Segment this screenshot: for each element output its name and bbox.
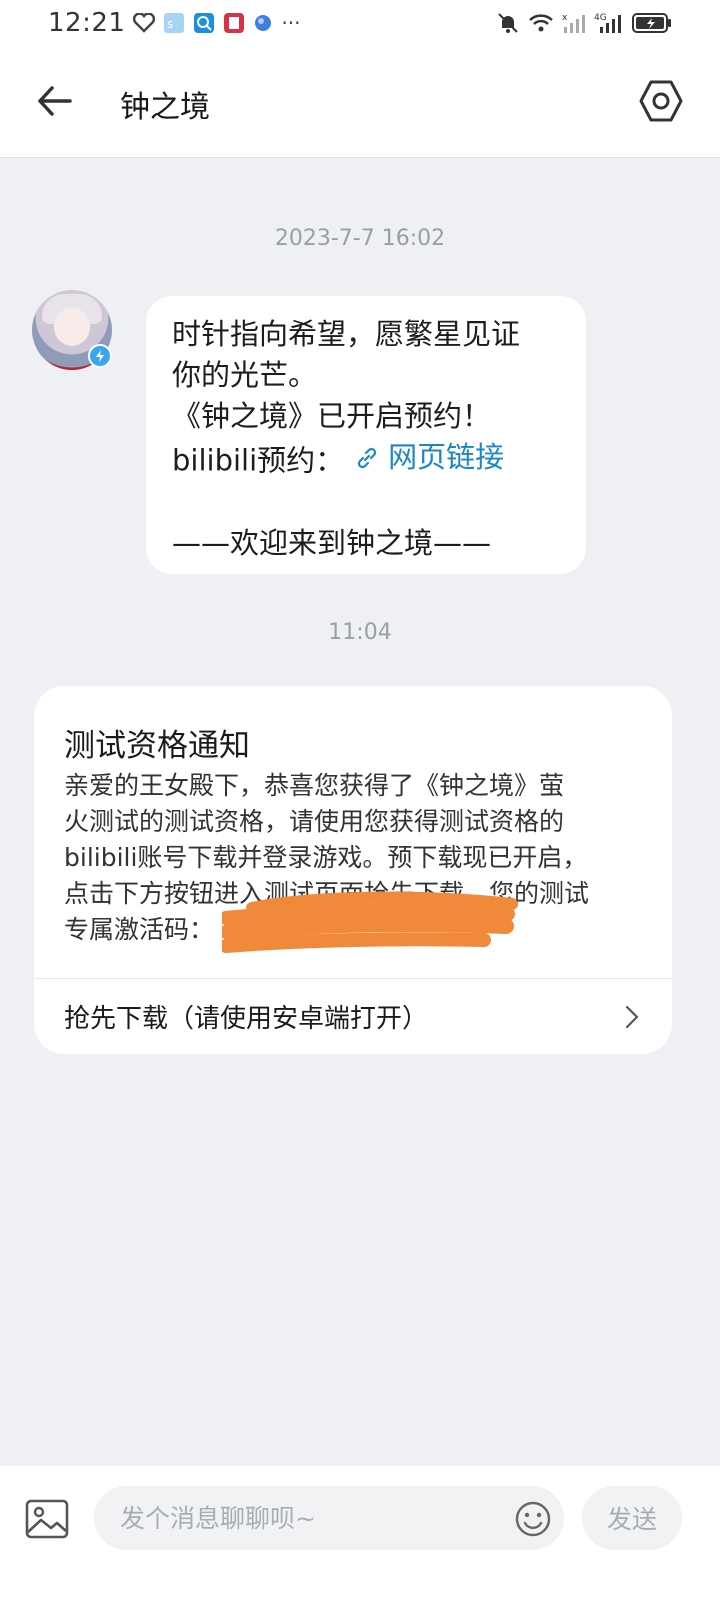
card-body-line: bilibili账号下载并登录游戏。预下载现已开启， (64, 843, 588, 872)
signal-icon: x (562, 12, 586, 34)
wifi-icon (528, 12, 554, 34)
globe-app-icon (253, 13, 273, 33)
message-line: 你的光芒。 (172, 358, 318, 392)
early-download-label: 抢先下载（请使用安卓端打开） (64, 1004, 429, 1034)
settings-button[interactable] (638, 78, 684, 124)
early-download-button[interactable]: 抢先下载（请使用安卓端打开） (34, 979, 672, 1054)
arrow-left-icon (38, 86, 72, 116)
card-body-line: 亲爱的王女殿下，恭喜您获得了《钟之境》萤 (64, 771, 565, 800)
image-button[interactable] (24, 1496, 70, 1542)
card-title: 测试资格通知 (64, 728, 250, 764)
status-left: 12:21 s ··· (48, 8, 301, 38)
chevron-right-icon (625, 1005, 639, 1028)
svg-text:x: x (562, 13, 568, 23)
avatar-face (54, 308, 90, 346)
bilibili-prefix: bilibili预约： (172, 443, 345, 478)
heart-pulse-icon (133, 13, 156, 33)
message-bubble: 时针指向希望，愿繁星见证 你的光芒。 《钟之境》已开启预约！ bilibili预… (146, 296, 586, 574)
redaction-scribble (219, 890, 522, 960)
emoji-button[interactable] (514, 1500, 552, 1538)
image-icon (25, 1499, 69, 1539)
send-button[interactable]: 发送 (582, 1486, 682, 1550)
message-timestamp: 2023-7-7 16:02 (274, 226, 446, 251)
verified-badge-icon (88, 344, 112, 368)
page-title: 钟之境 (120, 90, 210, 125)
more-notifications-icon: ··· (281, 11, 301, 35)
web-link-label: 网页链接 (388, 440, 505, 474)
battery-charging-icon (632, 12, 672, 34)
chat-header: 钟之境 (0, 46, 720, 158)
4g-signal-icon: 4G (594, 12, 624, 34)
back-button[interactable] (34, 80, 76, 122)
message-input[interactable] (94, 1486, 564, 1550)
hexagon-settings-icon (639, 80, 683, 122)
avatar[interactable] (32, 290, 112, 370)
message-line: ——欢迎来到钟之境—— (172, 525, 492, 560)
test-qualification-card: 测试资格通知 亲爱的王女殿下，恭喜您获得了《钟之境》萤 火测试的测试资格，请使用… (34, 686, 672, 1054)
app-icon: s (163, 12, 185, 34)
svg-text:s: s (167, 17, 173, 31)
web-link[interactable]: 网页链接 (354, 437, 504, 478)
mute-bell-icon (496, 11, 520, 35)
message-line: 时针指向希望，愿繁星见证 (172, 317, 521, 351)
status-bar: 12:21 s ··· x 4G (0, 0, 720, 46)
message-line: bilibili预约： 网页链接 (172, 437, 560, 482)
smiley-icon (515, 1501, 551, 1537)
link-icon (358, 447, 377, 468)
search-app-icon (193, 12, 215, 34)
status-right: x 4G (496, 11, 672, 35)
card-body-line: 火测试的测试资格，请使用您获得测试资格的 (64, 807, 565, 836)
status-time: 12:21 (48, 8, 126, 38)
message-line: 《钟之境》已开启预约！ (172, 399, 492, 433)
svg-text:4G: 4G (594, 13, 607, 23)
input-bar: 发送 (0, 1466, 720, 1600)
book-app-icon (223, 12, 245, 34)
message-timestamp: 11:04 (328, 620, 392, 645)
